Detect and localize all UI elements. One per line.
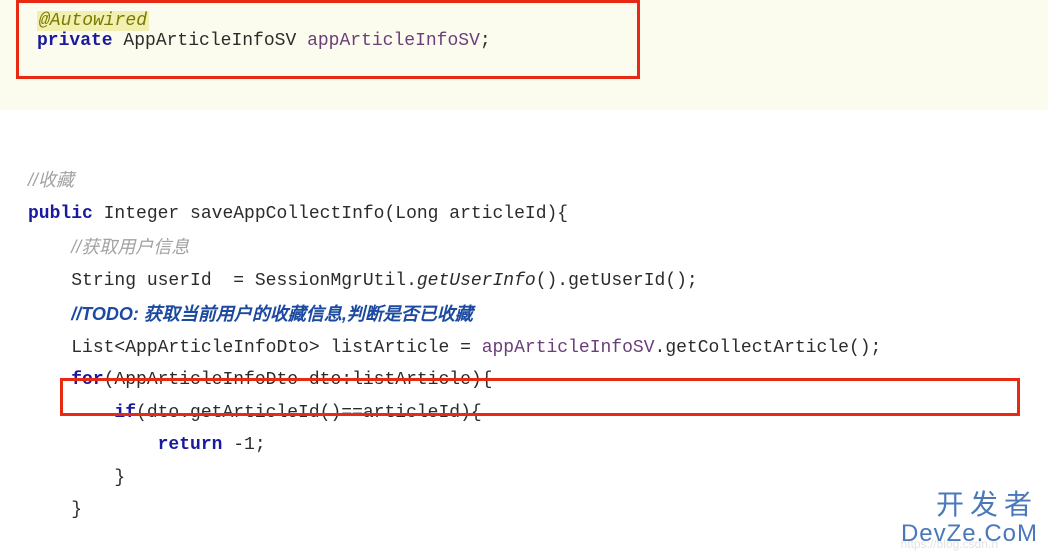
line-for: for(AppArticleInfoDto dto:listArticle){ <box>28 364 1048 396</box>
line-userid: String userId = SessionMgrUtil.getUserIn… <box>28 265 1048 297</box>
line-list-article: List<AppArticleInfoDto> listArticle = ap… <box>28 332 1048 364</box>
code-line-annotation: @Autowired <box>37 11 619 31</box>
autowired-annotation: @Autowired <box>37 11 149 31</box>
comment-userinfo: //获取用户信息 <box>28 231 1048 265</box>
site-watermark: 开发者 DevZe.CoM <box>901 490 1038 547</box>
watermark-en: DevZe.CoM <box>901 521 1038 547</box>
line-return: return -1; <box>28 429 1048 461</box>
watermark-cn: 开发者 <box>901 490 1038 521</box>
comment-collect: //收藏 <box>28 164 1048 198</box>
line-close-2: } <box>28 494 1048 526</box>
method-signature: public Integer saveAppCollectInfo(Long a… <box>28 198 1048 230</box>
top-code-band: @Autowired private AppArticleInfoSV appA… <box>0 0 1048 110</box>
todo-comment: //TODO: 获取当前用户的收藏信息,判断是否已收藏 <box>28 298 1048 332</box>
code-line-field-decl: private AppArticleInfoSV appArticleInfoS… <box>37 31 619 51</box>
line-if: if(dto.getArticleId()==articleId){ <box>28 397 1048 429</box>
method-code-area: //收藏 public Integer saveAppCollectInfo(L… <box>0 110 1048 526</box>
highlight-box-top: @Autowired private AppArticleInfoSV appA… <box>16 0 640 79</box>
line-close-1: } <box>28 462 1048 494</box>
